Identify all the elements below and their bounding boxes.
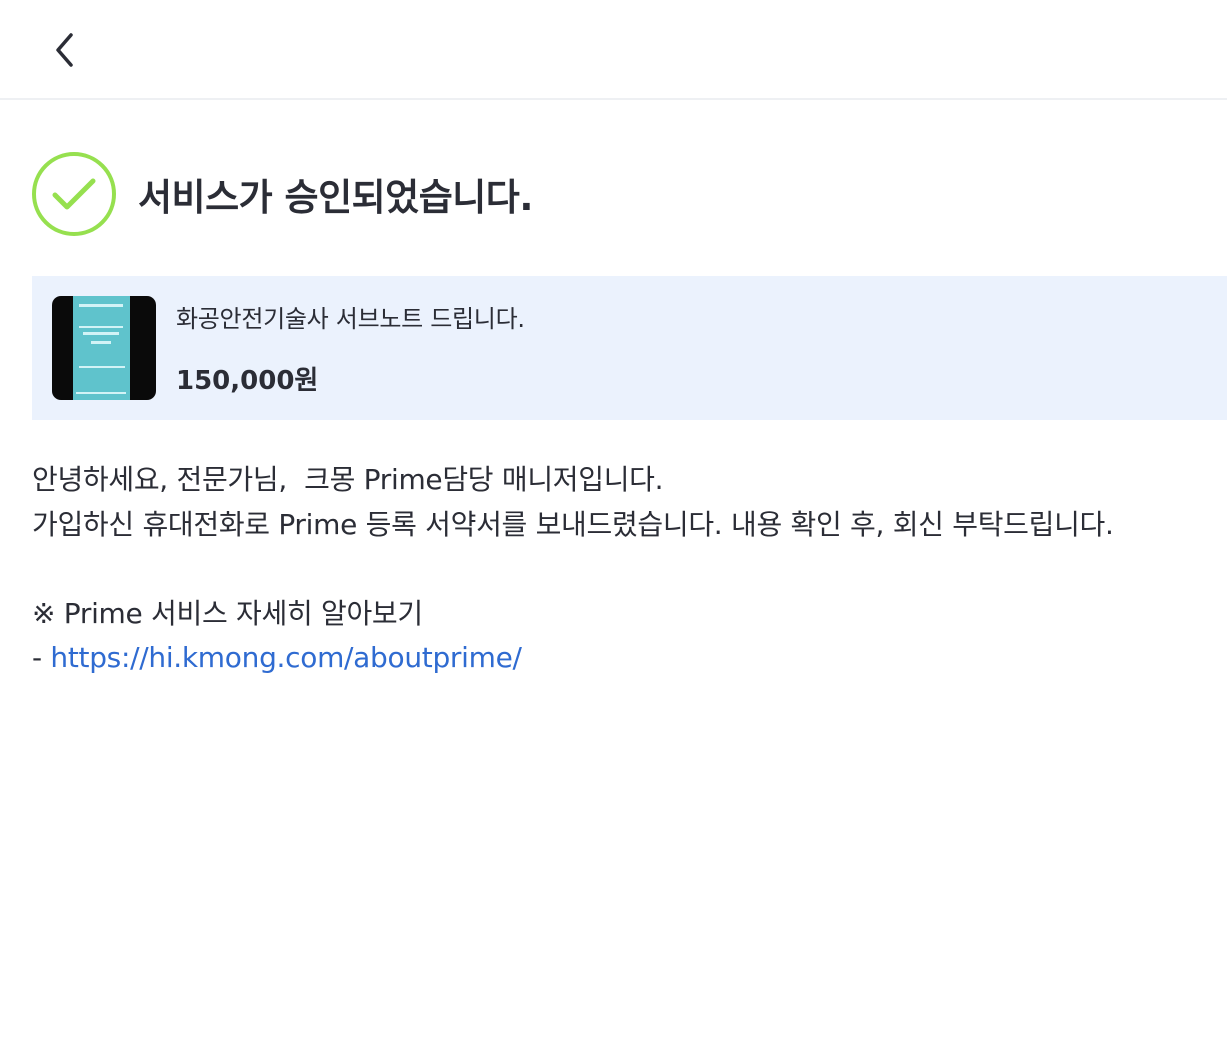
service-card[interactable]: 화공안전기술사 서브노트 드립니다. 150,000원 [32,276,1227,420]
link-line: - https://hi.kmong.com/aboutprime/ [32,636,1212,681]
message-line: 안녕하세요, 전문가님, 크몽 Prime담당 매니저입니다. [32,463,664,496]
message-line: 가입하신 휴대전화로 Prime 등록 서약서를 보내드렸습니다. 내용 확인 … [32,507,1114,541]
status-title: 서비스가 승인되었습니다. [138,176,533,219]
message-line: ※ Prime 서비스 자세히 알아보기 [32,596,423,630]
service-thumbnail [52,296,156,400]
top-bar [0,0,1227,100]
approval-status: 서비스가 승인되었습니다. [32,150,533,238]
service-price: 150,000원 [176,366,319,396]
back-button[interactable] [36,22,92,78]
message-body: 안녕하세요, 전문가님, 크몽 Prime담당 매니저입니다. 가입하신 휴대전… [32,458,1212,681]
chevron-left-icon [56,33,73,67]
check-circle-icon [32,152,116,236]
about-prime-link[interactable]: https://hi.kmong.com/aboutprime/ [50,641,522,674]
link-prefix: - [32,641,51,674]
service-title: 화공안전기술사 서브노트 드립니다. [176,305,525,333]
